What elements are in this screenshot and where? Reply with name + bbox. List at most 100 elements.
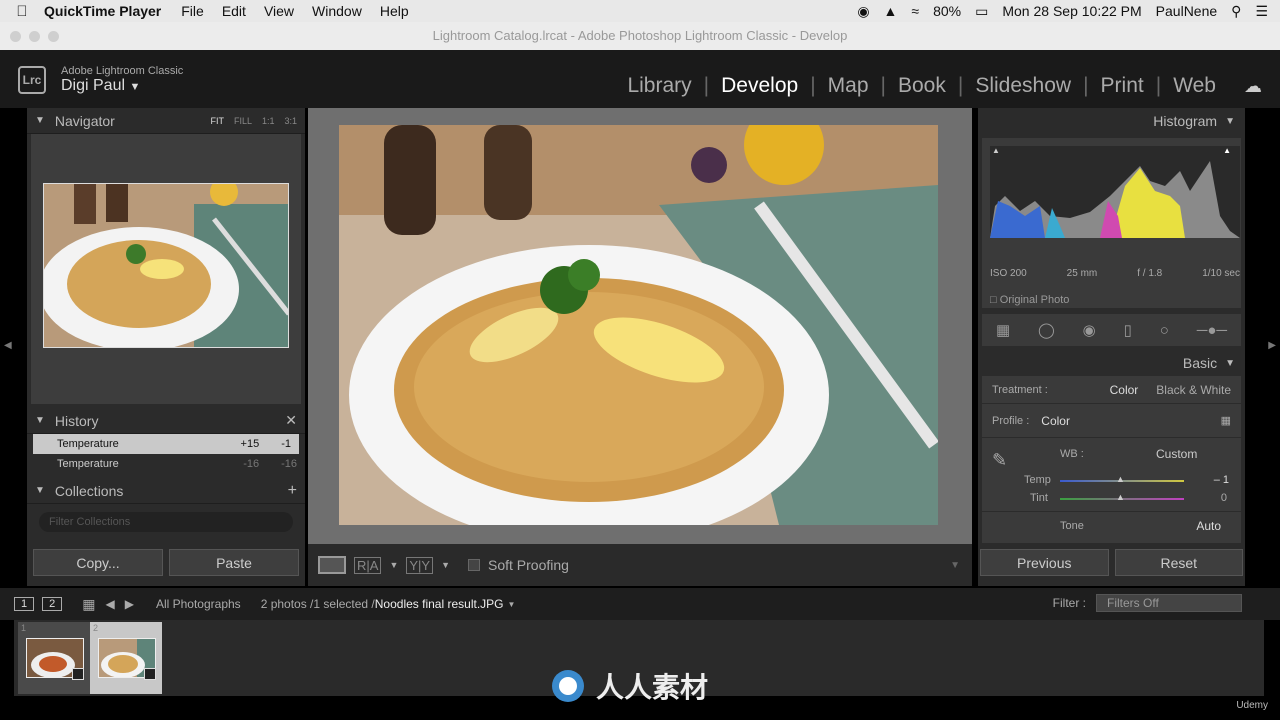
- slider-thumb-icon[interactable]: ▲: [1116, 474, 1125, 484]
- close-window-button[interactable]: [10, 31, 21, 42]
- slider-thumb-icon[interactable]: ▲: [1116, 492, 1125, 502]
- basic-header[interactable]: Basic ▼: [978, 350, 1245, 376]
- before-after-yy-button[interactable]: Y|Y: [406, 556, 434, 574]
- histogram: ▲ ▲ ISO 200 25 mm f / 1.8 1/10 sec □ Ori…: [982, 138, 1241, 308]
- collections-header[interactable]: ▼ Collections +: [27, 478, 305, 504]
- zoom-window-button[interactable]: [48, 31, 59, 42]
- histogram-header[interactable]: Histogram ▼: [978, 108, 1245, 134]
- navigator-thumbnail[interactable]: [43, 183, 289, 348]
- temp-value[interactable]: – 1: [1214, 474, 1229, 486]
- crop-icon[interactable]: ▦: [996, 321, 1010, 339]
- source-label[interactable]: All Photographs: [156, 597, 241, 611]
- treatment-bw-button[interactable]: Black & White: [1156, 383, 1231, 397]
- zoom-1-1[interactable]: 1:1: [262, 116, 275, 126]
- search-icon[interactable]: ⚲: [1231, 3, 1241, 20]
- module-slideshow[interactable]: Slideshow: [963, 74, 1083, 98]
- history-header[interactable]: ▼ History ✕: [27, 408, 305, 434]
- menu-file[interactable]: File: [181, 3, 204, 19]
- history-row[interactable]: Temperature -16 -16: [27, 454, 305, 474]
- module-develop[interactable]: Develop: [709, 74, 810, 98]
- grid-icon[interactable]: ▦: [82, 596, 95, 613]
- second-window-button[interactable]: 2: [42, 597, 63, 611]
- wifi-icon[interactable]: ≈: [911, 3, 919, 19]
- module-picker: Library | Develop | Map | Book | Slideshow | …: [615, 74, 1228, 98]
- wb-eyedropper-icon[interactable]: ✎: [992, 450, 1007, 471]
- module-library[interactable]: Library: [615, 74, 703, 98]
- username[interactable]: PaulNene: [1156, 3, 1218, 19]
- paste-button[interactable]: Paste: [169, 549, 299, 576]
- filter-select[interactable]: Filters Off: [1096, 594, 1242, 612]
- collapse-triangle-icon: ▼: [1225, 357, 1235, 369]
- tone-auto-button[interactable]: Auto: [1196, 519, 1221, 533]
- tint-label: Tint: [1030, 492, 1048, 504]
- forward-arrow-icon[interactable]: ▶: [125, 597, 134, 611]
- minimize-window-button[interactable]: [29, 31, 40, 42]
- record-icon[interactable]: ◉: [857, 3, 869, 20]
- menu-window[interactable]: Window: [312, 3, 362, 19]
- highlight-clipping-icon[interactable]: ▲: [1223, 146, 1231, 155]
- toolbar-menu-icon[interactable]: ▼: [950, 560, 960, 571]
- left-panel-toggle-icon[interactable]: ◀: [4, 340, 12, 351]
- before-after-ra-button[interactable]: R|A: [354, 556, 382, 574]
- right-panel-toggle-icon[interactable]: ▶: [1268, 340, 1276, 351]
- history-value-b: -1: [281, 438, 291, 450]
- identity-plate[interactable]: Digi Paul ▼: [61, 77, 140, 95]
- chevron-down-icon[interactable]: ▼: [441, 560, 450, 570]
- history-value-a: +15: [240, 438, 260, 450]
- filmstrip-cell[interactable]: 1: [18, 622, 90, 694]
- module-map[interactable]: Map: [816, 74, 881, 98]
- menu-app-name[interactable]: QuickTime Player: [44, 3, 161, 19]
- loupe-view-icon[interactable]: [318, 556, 346, 574]
- list-icon[interactable]: ☰: [1255, 3, 1268, 20]
- module-web[interactable]: Web: [1161, 74, 1228, 98]
- tint-value[interactable]: 0: [1221, 492, 1227, 504]
- history-row[interactable]: Temperature +15 -1: [33, 434, 299, 454]
- add-collection-icon[interactable]: +: [288, 482, 297, 500]
- wb-select[interactable]: Custom: [1156, 447, 1197, 461]
- menu-help[interactable]: Help: [380, 3, 409, 19]
- vlc-icon[interactable]: ▲: [884, 3, 898, 19]
- profile-select[interactable]: Color: [1041, 414, 1070, 428]
- battery-percent[interactable]: 80%: [933, 3, 961, 19]
- menu-view[interactable]: View: [264, 3, 294, 19]
- reset-button[interactable]: Reset: [1114, 549, 1243, 576]
- chevron-down-icon[interactable]: ▼: [508, 600, 516, 609]
- original-photo-toggle[interactable]: □ Original Photo: [990, 294, 1069, 306]
- user-name: Digi Paul: [61, 77, 126, 94]
- adjustment-brush-icon[interactable]: ─●─: [1197, 322, 1227, 339]
- navigator-title: Navigator: [54, 112, 115, 129]
- graduated-filter-icon[interactable]: ▯: [1124, 321, 1132, 339]
- copy-button[interactable]: Copy...: [33, 549, 163, 576]
- filmstrip-cell-selected[interactable]: 2: [90, 622, 162, 694]
- traffic-lights: [10, 31, 59, 42]
- previous-button[interactable]: Previous: [980, 549, 1109, 576]
- photo-preview[interactable]: [339, 125, 938, 525]
- battery-icon[interactable]: ▭: [975, 3, 988, 20]
- treatment-color-button[interactable]: Color: [1110, 383, 1139, 397]
- collapse-triangle-icon: ▼: [35, 485, 45, 496]
- zoom-3-1[interactable]: 3:1: [284, 116, 297, 126]
- profile-browser-icon[interactable]: ▦: [1221, 414, 1231, 427]
- history-label: Temperature: [57, 438, 119, 450]
- module-book[interactable]: Book: [886, 74, 958, 98]
- navigator-header[interactable]: ▼ Navigator FIT FILL 1:1 3:1: [27, 108, 305, 134]
- main-window-button[interactable]: 1: [14, 597, 35, 611]
- zoom-fill[interactable]: FILL: [234, 116, 252, 126]
- radial-filter-icon[interactable]: ○: [1160, 322, 1169, 339]
- histogram-graph[interactable]: [990, 146, 1240, 238]
- collections-search-input[interactable]: Filter Collections: [39, 512, 293, 532]
- apple-icon[interactable]: : [0, 3, 44, 20]
- clear-history-icon[interactable]: ✕: [285, 412, 297, 429]
- chevron-down-icon[interactable]: ▼: [389, 560, 398, 570]
- shadow-clipping-icon[interactable]: ▲: [992, 146, 1000, 155]
- module-print[interactable]: Print: [1089, 74, 1156, 98]
- zoom-fit[interactable]: FIT: [210, 116, 224, 126]
- clock[interactable]: Mon 28 Sep 10:22 PM: [1002, 3, 1141, 19]
- red-eye-icon[interactable]: ◉: [1083, 321, 1096, 339]
- cloud-icon[interactable]: ☁: [1244, 76, 1262, 97]
- selected-filename[interactable]: Noodles final result.JPG: [375, 597, 504, 611]
- menu-edit[interactable]: Edit: [222, 3, 246, 19]
- soft-proofing-checkbox[interactable]: [468, 559, 480, 571]
- back-arrow-icon[interactable]: ◀: [105, 597, 114, 611]
- spot-removal-icon[interactable]: ◯: [1038, 321, 1055, 339]
